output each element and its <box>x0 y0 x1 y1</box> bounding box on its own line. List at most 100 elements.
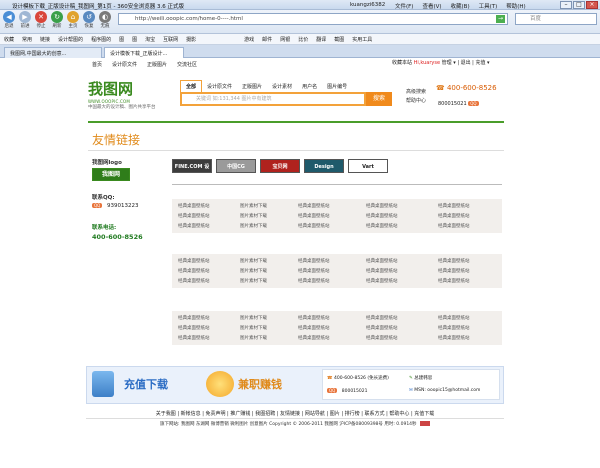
friend-link[interactable]: 经典桌面壁纸站 <box>296 203 364 209</box>
tool-item[interactable]: 网银 <box>280 36 290 43</box>
menu-help[interactable]: 帮助(H) <box>506 2 525 10</box>
address-bar[interactable]: http://weili.ooopic.com/home-0----.html … <box>118 13 508 25</box>
menu-favorites[interactable]: 收藏(B) <box>451 2 470 10</box>
search-tab-files[interactable]: 设计原文件 <box>202 81 237 92</box>
friend-link[interactable]: 图片素材下载 <box>238 278 296 284</box>
menu-view[interactable]: 查看(V) <box>422 2 441 10</box>
friend-logo[interactable]: 中国CG <box>216 159 256 173</box>
search-tab-material[interactable]: 设计素材 <box>267 81 297 92</box>
friend-link[interactable]: 经典桌面壁纸站 <box>176 258 238 264</box>
tool-item[interactable]: 翻译 <box>316 36 326 43</box>
account-name[interactable]: kuangzi6382 <box>350 2 385 8</box>
footer-links[interactable]: 关于我图 | 新帐信息 | 免责声明 | 推广赚钱 | 我图招聘 | 友情链接 … <box>86 410 504 417</box>
friend-link[interactable]: 图片素材下载 <box>238 258 296 264</box>
username-link[interactable]: Hi,kuaryse <box>414 60 440 66</box>
nav-images[interactable]: 正版图片 <box>147 61 167 68</box>
site-logo[interactable]: 我图网 WWW.OOOPIC.COM 中国最大的设计稿、图片共享平台 <box>88 78 172 112</box>
menu-tools[interactable]: 工具(T) <box>479 2 498 10</box>
incognito-button[interactable]: ◐ 无痕 <box>99 11 111 29</box>
search-tab-id[interactable]: 图片编号 <box>322 81 352 92</box>
friend-link[interactable]: 经典桌面壁纸站 <box>364 258 436 264</box>
fav-item[interactable]: 设计帮图的 <box>58 36 83 43</box>
help-center-link[interactable]: 帮助中心 <box>406 97 426 106</box>
restore-button[interactable]: ↺ 恢复 <box>83 11 95 29</box>
qq-chat-icon[interactable]: QQ <box>468 101 479 106</box>
footer-suggest[interactable]: ✎ 总建韩思 <box>409 375 432 381</box>
qq-chat-icon[interactable]: QQ <box>92 203 103 208</box>
friend-link[interactable]: 经典桌面壁纸站 <box>364 335 436 341</box>
nav-home[interactable]: 首页 <box>92 61 102 68</box>
friend-link[interactable]: 经典桌面壁纸站 <box>436 268 506 274</box>
friend-link[interactable]: 经典桌面壁纸站 <box>436 223 506 229</box>
friend-link[interactable]: 图片素材下载 <box>238 325 296 331</box>
menu-file[interactable]: 文件(F) <box>395 2 413 10</box>
friend-link[interactable]: 经典桌面壁纸站 <box>296 268 364 274</box>
tool-item[interactable]: 邮件 <box>262 36 272 43</box>
friend-link[interactable]: 经典桌面壁纸站 <box>176 223 238 229</box>
fav-item[interactable]: 程序图的 <box>91 36 111 43</box>
friend-link[interactable]: 经典桌面壁纸站 <box>436 203 506 209</box>
forward-button[interactable]: ▶ 前进 <box>19 11 31 29</box>
friend-link[interactable]: 图片素材下载 <box>238 203 296 209</box>
friend-link[interactable]: 经典桌面壁纸站 <box>364 213 436 219</box>
nav-design-files[interactable]: 设计原文件 <box>112 61 137 68</box>
friend-link[interactable]: 图片素材下载 <box>238 223 296 229</box>
minimize-icon[interactable]: – <box>560 1 572 9</box>
friend-link[interactable]: 经典桌面壁纸站 <box>176 278 238 284</box>
friend-link[interactable]: 经典桌面壁纸站 <box>296 325 364 331</box>
home-button[interactable]: ⌂ 主页 <box>67 11 79 29</box>
friend-logo[interactable]: Vart <box>348 159 388 173</box>
tool-item[interactable]: 实用工具 <box>352 36 372 43</box>
friend-link[interactable]: 经典桌面壁纸站 <box>436 258 506 264</box>
friend-link[interactable]: 经典桌面壁纸站 <box>176 325 238 331</box>
tab-home[interactable]: 我图网,中国最大的创意... <box>4 47 102 58</box>
friend-link[interactable]: 图片素材下载 <box>238 268 296 274</box>
friend-link[interactable]: 经典桌面壁纸站 <box>176 203 238 209</box>
fav-item[interactable]: 互联网 <box>163 36 178 43</box>
friend-link[interactable]: 经典桌面壁纸站 <box>364 325 436 331</box>
friend-link[interactable]: 经典桌面壁纸站 <box>364 278 436 284</box>
tool-item[interactable]: 比价 <box>298 36 308 43</box>
friend-link[interactable]: 经典桌面壁纸站 <box>296 223 364 229</box>
friend-link[interactable]: 经典桌面壁纸站 <box>296 315 364 321</box>
search-button[interactable]: 搜索 <box>366 92 392 106</box>
friend-link[interactable]: 经典桌面壁纸站 <box>436 213 506 219</box>
friend-link[interactable]: 经典桌面壁纸站 <box>296 258 364 264</box>
recharge-download-link[interactable]: 充值下载 <box>124 376 168 392</box>
nav-community[interactable]: 交流社区 <box>177 61 197 68</box>
friend-link[interactable]: 经典桌面壁纸站 <box>176 268 238 274</box>
maximize-icon[interactable]: □ <box>573 1 585 9</box>
stop-button[interactable]: ✕ 停止 <box>35 11 47 29</box>
friend-link[interactable]: 经典桌面壁纸站 <box>296 213 364 219</box>
friend-link[interactable]: 经典桌面壁纸站 <box>364 315 436 321</box>
site-search-input[interactable]: 关键词 如:131,344 图片中有建筑 <box>180 92 366 106</box>
fav-item[interactable]: 淘宝 <box>145 36 155 43</box>
friend-link[interactable]: 图片素材下载 <box>238 315 296 321</box>
friend-link[interactable]: 经典桌面壁纸站 <box>436 335 506 341</box>
friend-link[interactable]: 经典桌面壁纸站 <box>364 203 436 209</box>
search-tab-images[interactable]: 正版图片 <box>237 81 267 92</box>
fav-item[interactable]: 链接 <box>40 36 50 43</box>
friend-logo[interactable]: 宝贝网 <box>260 159 300 173</box>
friend-link[interactable]: 经典桌面壁纸站 <box>176 335 238 341</box>
friend-link[interactable]: 图片素材下载 <box>238 213 296 219</box>
bookmark-link[interactable]: 收藏本站 <box>392 60 412 66</box>
search-tab-all[interactable]: 全部 <box>180 80 203 92</box>
parttime-earn-link[interactable]: 兼职赚钱 <box>238 376 282 392</box>
friend-link[interactable]: 经典桌面壁纸站 <box>364 223 436 229</box>
search-tab-user[interactable]: 用户名 <box>297 81 322 92</box>
tab-current[interactable]: 设计模板下载_正版设计... <box>104 47 184 58</box>
back-button[interactable]: ◀ 后退 <box>3 11 15 29</box>
tool-item[interactable]: 截图 <box>334 36 344 43</box>
advanced-search-link[interactable]: 高级搜索 <box>406 88 426 97</box>
friend-link[interactable]: 经典桌面壁纸站 <box>364 268 436 274</box>
friend-link[interactable]: 图片素材下载 <box>238 335 296 341</box>
account-menu[interactable]: 管理 ▾ | 退出 | 充值 ▾ <box>442 60 490 66</box>
friend-link[interactable]: 经典桌面壁纸站 <box>436 315 506 321</box>
tool-item[interactable]: 游戏 <box>244 36 254 43</box>
fav-item[interactable]: 摄影 <box>186 36 196 43</box>
friend-link[interactable]: 经典桌面壁纸站 <box>296 335 364 341</box>
friend-link[interactable]: 经典桌面壁纸站 <box>436 278 506 284</box>
fav-item[interactable]: 图 <box>119 36 124 43</box>
friend-link[interactable]: 经典桌面壁纸站 <box>176 315 238 321</box>
